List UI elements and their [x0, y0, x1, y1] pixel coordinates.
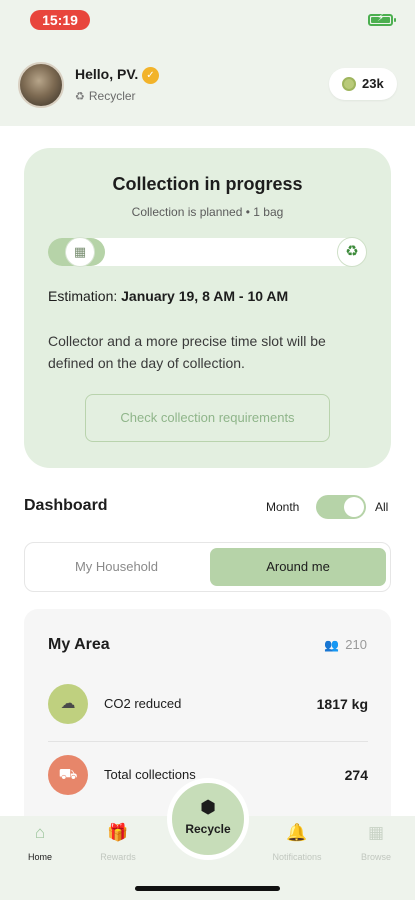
- collection-info: Collector and a more precise time slot w…: [48, 333, 326, 371]
- recycle-pin-icon: ⬢: [200, 797, 216, 817]
- coin-icon: [342, 77, 356, 91]
- stat-label: CO2 reduced: [104, 696, 182, 711]
- collection-title: Collection in progress: [112, 174, 303, 194]
- bell-icon: 🔔: [286, 823, 308, 842]
- truck-icon: ⛟: [48, 755, 88, 795]
- collection-progress-bar: ▦ ♻: [48, 237, 367, 267]
- gift-icon: 🎁: [107, 823, 129, 842]
- user-role: ♻ Recycler: [75, 89, 136, 103]
- role-label: Recycler: [88, 89, 136, 103]
- estimation-value: January 19, 8 AM - 10 AM: [121, 288, 289, 304]
- tab-my-household[interactable]: My Household: [29, 547, 204, 587]
- area-member-count: 👥 210: [324, 637, 367, 652]
- period-toggle[interactable]: [316, 495, 366, 519]
- estimation-row: Estimation: January 19, 8 AM - 10 AM: [48, 288, 288, 304]
- battery-icon: ⚡: [368, 13, 396, 26]
- stat-value: 274: [344, 767, 368, 783]
- nav-notifications[interactable]: 🔔 Notifications: [262, 822, 332, 862]
- points-badge[interactable]: 23k: [329, 68, 397, 100]
- area-count-value: 210: [345, 637, 367, 652]
- greeting-text: Hello, PV.: [75, 66, 139, 82]
- stat-value: 1817 kg: [316, 696, 368, 712]
- collection-subtitle: Collection is planned • 1 bag: [131, 205, 284, 219]
- estimation-label: Estimation:: [48, 288, 118, 304]
- nav-label: Home: [27, 852, 52, 862]
- status-bar: 15:19 ⚡: [0, 0, 415, 40]
- scope-segmented-control: My Household Around me: [24, 542, 391, 592]
- toggle-month-label: Month: [266, 500, 300, 514]
- collection-card: Collection in progress Collection is pla…: [24, 148, 391, 468]
- status-time: 15:19: [30, 10, 90, 30]
- stat-row-co2: ☁ CO2 reduced 1817 kg: [48, 684, 368, 742]
- calendar-icon: ▦: [65, 237, 95, 267]
- recycler-icon: ♻: [75, 91, 85, 103]
- recycle-label: Recycle: [185, 822, 231, 836]
- nav-rewards[interactable]: 🎁 Rewards: [83, 822, 153, 862]
- nav-browse[interactable]: ▦ Browse: [341, 822, 411, 862]
- check-requirements-button[interactable]: Check collection requirements: [85, 394, 330, 442]
- users-icon: 👥: [324, 638, 340, 652]
- nav-label: Browse: [360, 852, 391, 862]
- recycle-button[interactable]: ⬢ Recycle: [167, 778, 249, 860]
- toggle-all-label: All: [375, 500, 389, 514]
- dashboard-title: Dashboard: [24, 497, 108, 514]
- home-indicator: [135, 886, 280, 891]
- nav-label: Rewards: [100, 852, 136, 862]
- avatar[interactable]: [18, 62, 64, 108]
- points-value: 23k: [362, 76, 384, 91]
- area-title: My Area: [48, 636, 110, 653]
- nav-label: Notifications: [272, 852, 322, 862]
- verified-badge-icon: ✓: [142, 67, 159, 84]
- home-icon: ⌂: [34, 823, 46, 842]
- tab-around-me[interactable]: Around me: [210, 548, 386, 586]
- recycle-icon: ♻: [337, 237, 367, 267]
- cloud-icon: ☁: [48, 684, 88, 724]
- toggle-knob: [344, 497, 364, 517]
- stat-label: Total collections: [104, 767, 196, 782]
- grid-icon: ▦: [367, 823, 385, 842]
- nav-home[interactable]: ⌂ Home: [5, 822, 75, 862]
